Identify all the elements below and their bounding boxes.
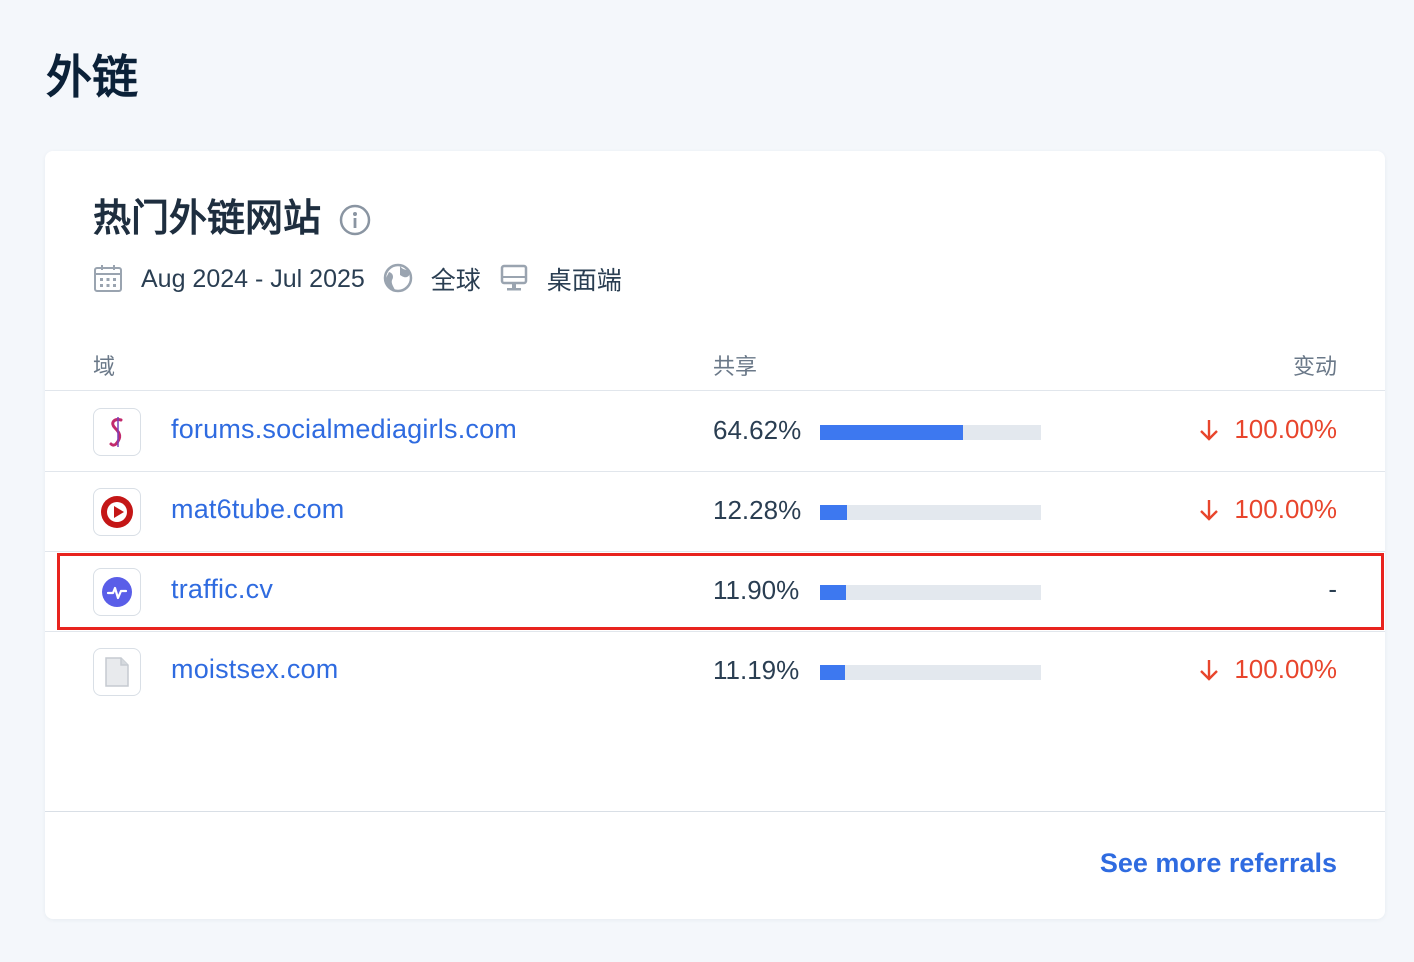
- share-bar: [820, 585, 1041, 600]
- referral-domain-link[interactable]: moistsex.com: [171, 654, 338, 685]
- column-header-domain[interactable]: 域: [93, 349, 115, 381]
- info-icon[interactable]: [339, 204, 371, 236]
- share-bar-fill: [820, 505, 848, 520]
- filters-row: Aug 2024 - Jul 2025 全球 桌面端: [93, 259, 640, 299]
- table-row[interactable]: forums.socialmediagirls.com 64.62% 100.0…: [45, 392, 1385, 472]
- share-bar-fill: [820, 585, 847, 600]
- calendar-icon: [93, 263, 125, 295]
- pulse-icon: [93, 568, 141, 616]
- share-value: 12.28%: [713, 495, 802, 525]
- change-value: 100.00%: [1198, 654, 1337, 685]
- table-header: 域 共享 变动: [45, 347, 1385, 391]
- page-title: 外链: [46, 51, 138, 103]
- change-text: 100.00%: [1234, 414, 1337, 444]
- arrow-down-icon: [1198, 497, 1220, 523]
- change-text: -: [1328, 574, 1337, 604]
- page: 外链 热门外链网站 Aug 2024 - Jul 2025 全球 桌面端 域 共…: [0, 0, 1414, 962]
- card-title: 热门外链网站: [93, 198, 322, 240]
- table-row[interactable]: traffic.cv 11.90% -: [45, 552, 1385, 632]
- arrow-down-icon: [1198, 657, 1220, 683]
- change-text: 100.00%: [1234, 494, 1337, 524]
- see-more-referrals-link[interactable]: See more referrals: [1100, 848, 1337, 879]
- share-bar: [820, 505, 1041, 520]
- referral-domain-link[interactable]: mat6tube.com: [171, 494, 344, 525]
- change-text: 100.00%: [1234, 654, 1337, 684]
- change-value: 100.00%: [1198, 414, 1337, 445]
- date-range[interactable]: Aug 2024 - Jul 2025: [141, 265, 365, 294]
- share-bar: [820, 665, 1041, 680]
- globe-icon: [383, 263, 415, 295]
- region-filter[interactable]: 全球: [431, 261, 481, 297]
- change-value: -: [1328, 574, 1337, 605]
- play-button-icon: [93, 488, 141, 536]
- share-bar-fill: [820, 425, 963, 440]
- share-value: 64.62%: [713, 415, 802, 445]
- smg-logo-icon: [93, 408, 141, 456]
- column-header-change[interactable]: 变动: [1293, 349, 1337, 381]
- table-row[interactable]: mat6tube.com 12.28% 100.00%: [45, 472, 1385, 552]
- card-header: 热门外链网站: [93, 198, 371, 241]
- share-bar: [820, 425, 1041, 440]
- generic-page-icon: [93, 648, 141, 696]
- referral-domain-link[interactable]: forums.socialmediagirls.com: [171, 414, 517, 445]
- share-value: 11.90%: [713, 575, 800, 605]
- device-filter[interactable]: 桌面端: [547, 261, 622, 297]
- referral-domain-link[interactable]: traffic.cv: [171, 574, 273, 605]
- desktop-icon: [499, 263, 531, 295]
- arrow-down-icon: [1198, 417, 1220, 443]
- share-bar-fill: [820, 665, 845, 680]
- top-referrals-card: 热门外链网站 Aug 2024 - Jul 2025 全球 桌面端 域 共享 变…: [45, 151, 1385, 919]
- table-row[interactable]: moistsex.com 11.19% 100.00%: [45, 632, 1385, 712]
- share-value: 11.19%: [713, 655, 800, 685]
- column-header-share[interactable]: 共享: [713, 349, 757, 381]
- footer-divider: [45, 811, 1385, 812]
- change-value: 100.00%: [1198, 494, 1337, 525]
